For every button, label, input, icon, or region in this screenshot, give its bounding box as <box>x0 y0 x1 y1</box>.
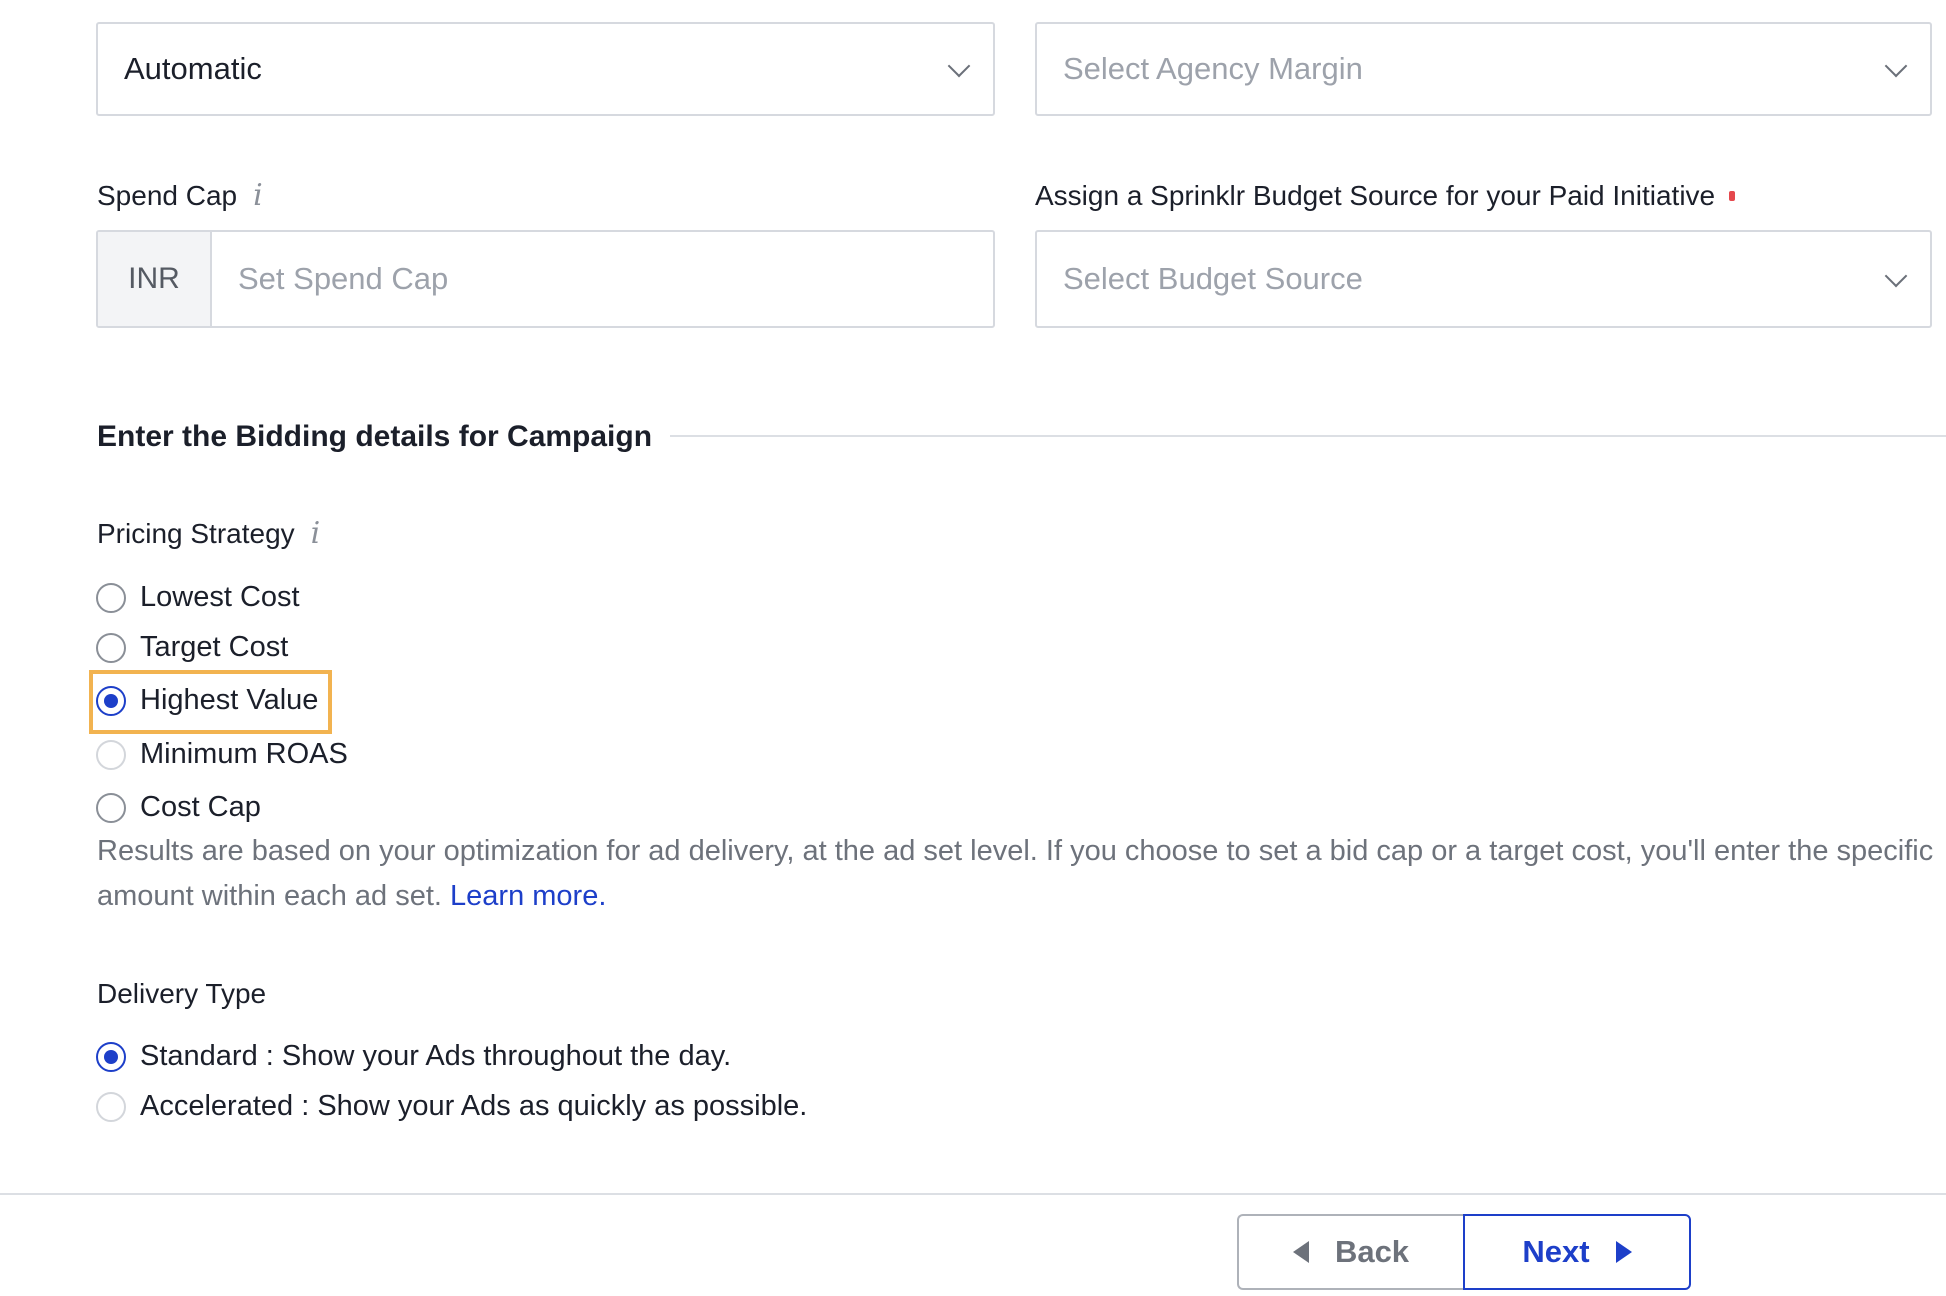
radio-target-cost[interactable]: Target Cost <box>96 631 288 664</box>
budget-source-label: Assign a Sprinklr Budget Source for your… <box>1035 180 1736 212</box>
radio-label: Highest Value <box>140 684 319 716</box>
radio-label: Accelerated : Show your Ads as quickly a… <box>140 1090 808 1122</box>
chevron-down-icon <box>947 54 971 78</box>
delivery-type-label-text: Delivery Type <box>97 978 267 1009</box>
back-button-label: Back <box>1334 1234 1410 1269</box>
chevron-down-icon <box>1884 54 1908 78</box>
learn-more-link[interactable]: Learn more. <box>450 880 606 912</box>
radio-button[interactable] <box>96 632 126 663</box>
radio-label: Lowest Cost <box>140 581 300 613</box>
spend-cap-label-text: Spend Cap <box>97 180 238 211</box>
bid-mode-select[interactable]: Automatic <box>96 22 995 116</box>
radio-label: Standard : Show your Ads throughout the … <box>140 1040 732 1072</box>
footer-divider <box>0 1193 1946 1195</box>
radio-lowest-cost[interactable]: Lowest Cost <box>96 581 300 614</box>
radio-button-selected[interactable] <box>96 1041 126 1072</box>
agency-margin-select[interactable]: Select Agency Margin <box>1035 22 1932 116</box>
spend-cap-input[interactable] <box>212 232 993 326</box>
spend-cap-field: INR <box>96 230 995 328</box>
budget-source-label-text: Assign a Sprinklr Budget Source for your… <box>1035 180 1716 211</box>
budget-source-placeholder: Select Budget Source <box>1063 261 1363 296</box>
back-button[interactable]: Back <box>1237 1214 1463 1290</box>
bid-mode-select-value: Automatic <box>124 51 262 86</box>
next-button[interactable]: Next <box>1463 1214 1691 1290</box>
delivery-type-label: Delivery Type <box>97 978 266 1010</box>
help-text-body: Results are based on your optimization f… <box>97 835 1934 912</box>
next-button-label: Next <box>1522 1234 1590 1269</box>
info-icon[interactable]: i <box>253 181 263 211</box>
pricing-help-text: Results are based on your optimization f… <box>97 829 1937 919</box>
radio-accelerated-delivery[interactable]: Accelerated : Show your Ads as quickly a… <box>96 1090 807 1123</box>
section-divider <box>670 435 1946 437</box>
radio-cost-cap[interactable]: Cost Cap <box>96 791 261 824</box>
pricing-strategy-label-text: Pricing Strategy <box>97 518 295 549</box>
chevron-down-icon <box>1884 264 1908 288</box>
bidding-section-title: Enter the Bidding details for Campaign <box>97 420 653 453</box>
radio-label: Minimum ROAS <box>140 738 348 770</box>
budget-source-select[interactable]: Select Budget Source <box>1035 230 1932 328</box>
required-indicator <box>1729 191 1736 201</box>
radio-label: Target Cost <box>140 631 289 663</box>
radio-button[interactable] <box>96 739 126 770</box>
radio-button[interactable] <box>96 792 126 823</box>
info-icon[interactable]: i <box>311 519 321 549</box>
pricing-strategy-label: Pricing Strategy i <box>97 518 320 550</box>
arrow-right-icon <box>1615 1241 1632 1263</box>
radio-highest-value[interactable]: Highest Value <box>96 684 318 717</box>
radio-label: Cost Cap <box>140 791 261 823</box>
radio-minimum-roas[interactable]: Minimum ROAS <box>96 738 348 771</box>
radio-button-selected[interactable] <box>96 685 126 716</box>
agency-margin-placeholder: Select Agency Margin <box>1063 51 1363 86</box>
spend-cap-label: Spend Cap i <box>97 180 263 212</box>
currency-prefix: INR <box>98 232 212 326</box>
arrow-left-icon <box>1292 1241 1309 1263</box>
radio-button[interactable] <box>96 582 126 613</box>
radio-button[interactable] <box>96 1091 126 1122</box>
radio-standard-delivery[interactable]: Standard : Show your Ads throughout the … <box>96 1040 731 1073</box>
